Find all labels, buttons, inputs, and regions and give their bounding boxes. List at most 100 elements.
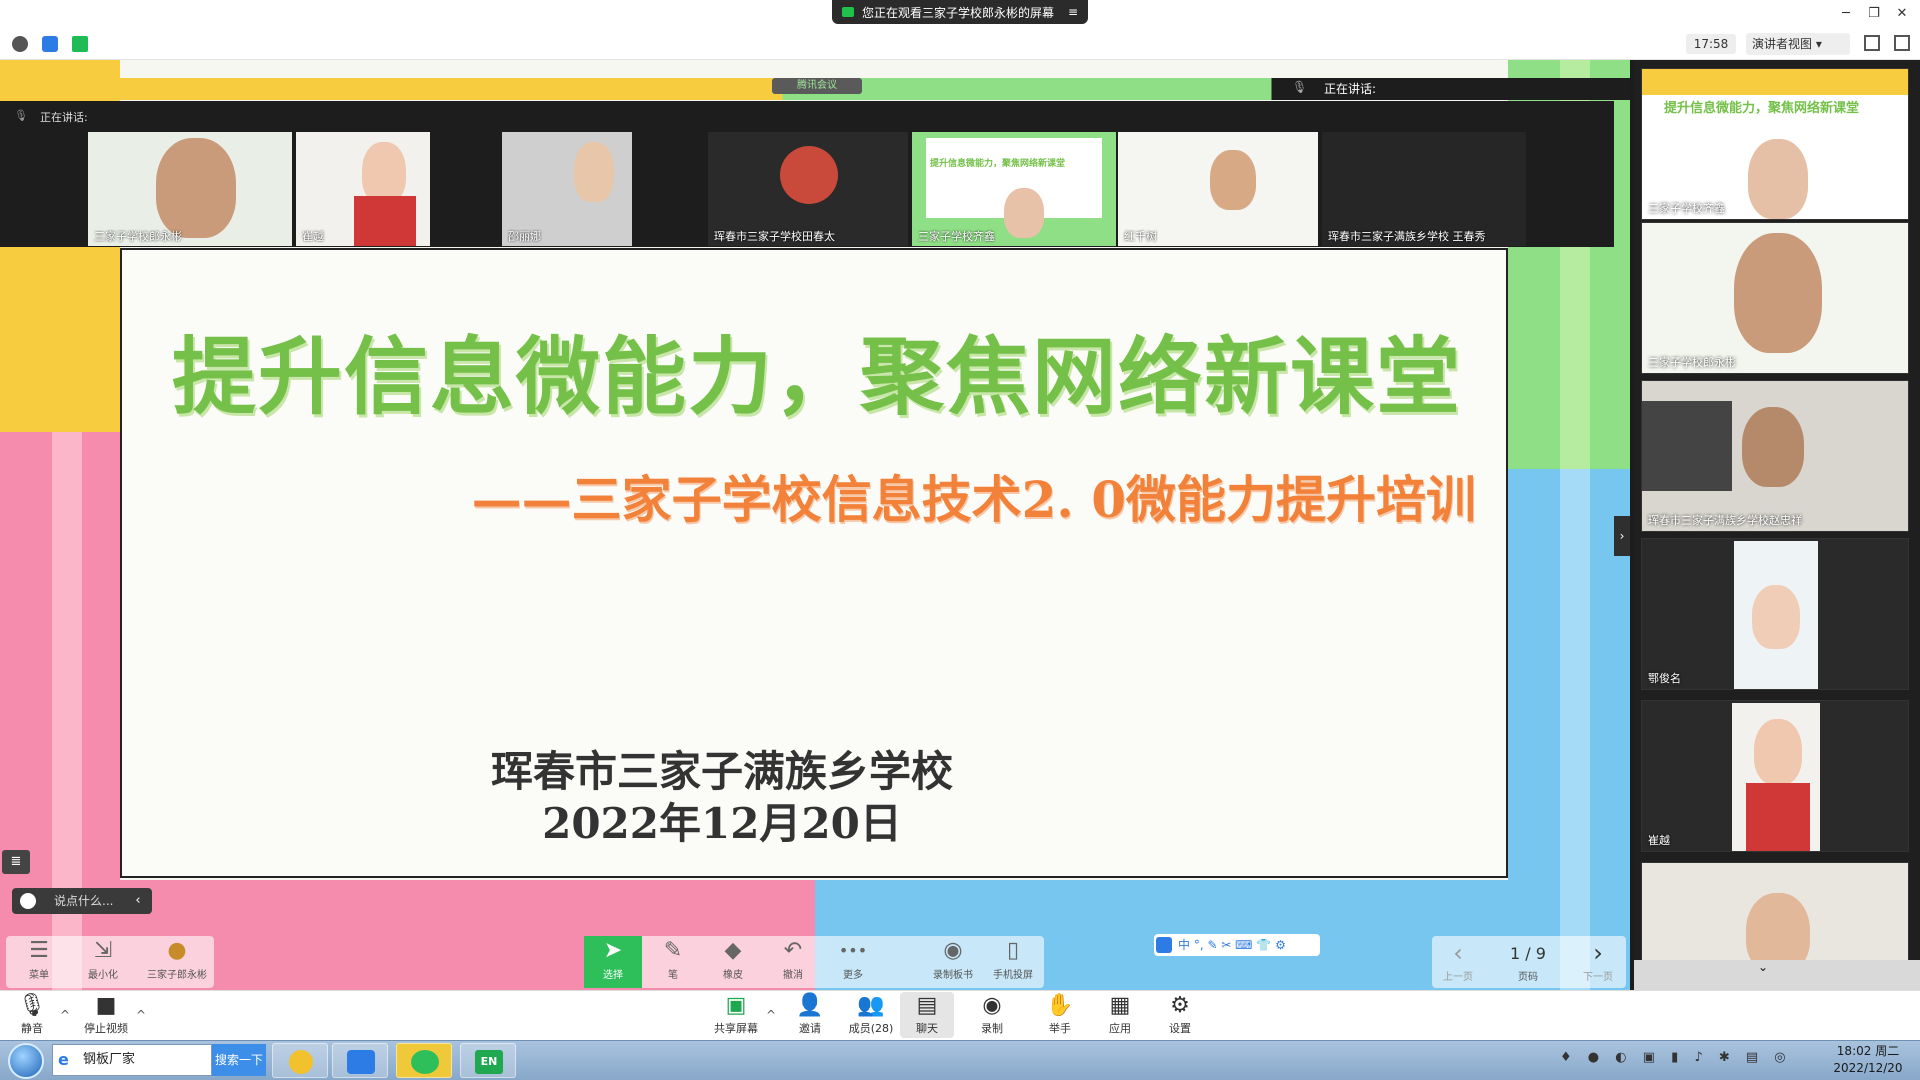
mute-button[interactable]: 🎙 静音 — [2, 992, 62, 1038]
participant-thumb[interactable]: 三家子学校郎永彬 — [88, 132, 292, 246]
meeting-app-icon — [347, 1050, 375, 1074]
sidebar-toggle-icon[interactable] — [1894, 35, 1910, 51]
chevron-up-icon[interactable]: ^ — [136, 1008, 146, 1022]
select-tool-button[interactable]: ➤ 选择 — [584, 936, 642, 988]
sharing-status-text: 您正在观看三家子学校郎永彬的屏幕 — [862, 5, 1055, 20]
slide-thumb-title: 提升信息微能力，聚焦网络新课堂 — [930, 159, 1066, 169]
annotation-toolbar: ➤ 选择 ✎ 笔 ◆ 橡皮 ↶ 撤消 ••• 更多 ◉ 录制板书 ▯ 手机投屏 — [584, 936, 1044, 988]
minimize-toolbar-button[interactable]: ⇲ 最小化 — [74, 936, 132, 988]
undo-icon: ↶ — [783, 938, 803, 963]
slide-date: 2022年12月20日 — [542, 799, 902, 848]
eraser-icon: ◆ — [724, 938, 742, 963]
invite-button[interactable]: 👤 邀请 — [780, 992, 840, 1038]
gallery-tile[interactable]: 三家子学校郎永彬 — [1641, 222, 1909, 374]
presenter-button[interactable]: ● 三家子郎永彬 — [142, 936, 212, 988]
next-page-button[interactable]: › 下一页 — [1578, 938, 1618, 983]
eraser-tool-button[interactable]: ◆ 橡皮 — [704, 936, 762, 988]
pen-tool-button[interactable]: ✎ 笔 — [644, 936, 702, 988]
meeting-timer: 17:58 — [1686, 34, 1736, 54]
gallery-collapse-icon[interactable]: › — [1614, 516, 1630, 556]
chat-collapse-button[interactable]: ‹ — [125, 888, 151, 914]
raise-hand-button[interactable]: ✋ 举手 — [1030, 992, 1090, 1038]
fullscreen-icon[interactable] — [1864, 35, 1880, 51]
record-board-button[interactable]: ◉ 录制板书 — [924, 936, 982, 988]
restore-button[interactable]: ❐ — [1860, 4, 1888, 24]
phone-icon: ▯ — [1006, 938, 1020, 963]
apps-button[interactable]: ▦ 应用 — [1090, 992, 1150, 1038]
taskbar-app-tencent-meeting[interactable] — [332, 1043, 388, 1078]
video-camera-icon — [842, 7, 854, 17]
system-tray-icons[interactable]: ♦ ● ◐ ▣ ▮ ♪ ✱ ▤ ◎ — [1560, 1050, 1810, 1070]
participant-name: 红千树 — [1124, 230, 1157, 243]
participant-thumb[interactable]: 崔越 — [296, 132, 430, 246]
taskbar-clock[interactable]: 18:02 周二 2022/12/20 — [1820, 1043, 1916, 1077]
settings-button[interactable]: ⚙ 设置 — [1150, 992, 1210, 1038]
en-app-icon: EN — [475, 1050, 503, 1074]
slide-thumb-title: 提升信息微能力，聚焦网络新课堂 — [1664, 101, 1860, 116]
gallery-tile[interactable]: 提升信息微能力，聚焦网络新课堂 三家子学校齐鑫 — [1641, 68, 1909, 220]
slide-title: 提升信息微能力，聚焦网络新课堂 — [172, 327, 1463, 426]
taskbar-app-wechat[interactable] — [396, 1043, 452, 1078]
participant-thumb[interactable]: 珲春市三家子学校田春太 — [708, 132, 908, 246]
phone-cast-button[interactable]: ▯ 手机投屏 — [984, 936, 1042, 988]
more-icon: ••• — [838, 941, 868, 960]
mic-icon: 🎙 — [1292, 80, 1308, 94]
gallery-tile[interactable]: 崔越 — [1641, 700, 1909, 852]
chat-button[interactable]: ▤ 聊天 — [900, 992, 954, 1038]
screen-share-indicator[interactable]: 您正在观看三家子学校郎永彬的屏幕 ≡ — [832, 0, 1088, 24]
slide-subtitle: ——三家子学校信息技术2. 0微能力提升培训 — [471, 470, 1476, 529]
chevron-down-icon[interactable]: ⌄ — [1758, 960, 1774, 974]
start-button[interactable] — [8, 1043, 44, 1079]
share-screen-icon: ▣ — [725, 993, 747, 1018]
ime-toolbar[interactable]: 中 °, ✎ ✂ ⌨ 👕 ⚙ — [1154, 934, 1320, 956]
ime-logo-icon — [1156, 937, 1172, 953]
view-mode-select[interactable]: 演讲者视图 ▾ — [1746, 33, 1850, 55]
menu-button[interactable]: ☰ 菜单 — [10, 936, 68, 988]
page-indicator: 1 / 9 页码 — [1510, 944, 1546, 983]
gallery-tile[interactable]: 鄂俊名 — [1641, 538, 1909, 690]
apps-grid-icon: ▦ — [1109, 993, 1131, 1018]
mic-icon: 🎙 — [14, 109, 28, 122]
list-icon[interactable]: ≣ — [2, 850, 30, 874]
participant-name: 邵丽娜 — [508, 230, 541, 243]
menu-icon: ☰ — [29, 938, 49, 963]
participant-name: 三家子学校齐鑫 — [918, 230, 995, 243]
speaking-label-top: 正在讲话: — [1324, 82, 1377, 96]
participant-thumb[interactable]: 提升信息微能力，聚焦网络新课堂 三家子学校齐鑫 — [912, 132, 1116, 246]
members-button[interactable]: 👥 成员(28) — [838, 992, 904, 1038]
add-user-icon: 👤 — [796, 993, 824, 1018]
gallery-tile[interactable]: 珲春市三家子满族乡学校赵忠祥 — [1641, 380, 1909, 532]
wechat-icon — [411, 1050, 439, 1074]
minimize-button[interactable]: ─ — [1832, 4, 1860, 24]
info-icon[interactable] — [12, 36, 28, 52]
more-button[interactable]: ••• 更多 — [824, 936, 882, 988]
video-camera-icon: ■ — [95, 993, 117, 1018]
emoji-icon[interactable] — [20, 893, 36, 909]
record-board-icon: ◉ — [943, 938, 963, 963]
undo-button[interactable]: ↶ 撤消 — [764, 936, 822, 988]
members-icon: 👥 — [857, 993, 885, 1018]
search-button[interactable]: 搜索一下 — [212, 1044, 266, 1076]
meeting-tag: 腾讯会议 — [772, 78, 862, 94]
microphone-icon: 🎙 — [18, 993, 46, 1018]
stop-video-button[interactable]: ■ 停止视频 — [76, 992, 136, 1038]
taskbar-app-qq-browser[interactable] — [272, 1043, 328, 1078]
security-shield-icon[interactable] — [42, 36, 58, 52]
close-button[interactable]: ✕ — [1888, 4, 1916, 24]
ie-icon: e — [58, 1050, 69, 1069]
speaking-label-strip: 正在讲话: — [40, 111, 88, 124]
menu-icon: ≡ — [1067, 5, 1078, 19]
record-button[interactable]: ◉ 录制 — [962, 992, 1022, 1038]
participant-name: 珲春市三家子学校田春太 — [714, 230, 835, 243]
participant-thumb[interactable]: 红千树 — [1118, 132, 1318, 246]
chevron-up-icon[interactable]: ^ — [766, 1008, 776, 1022]
participant-name: 鄂俊名 — [1648, 672, 1681, 685]
participant-thumb[interactable]: 邵丽娜 — [502, 132, 632, 246]
chevron-up-icon[interactable]: ^ — [60, 1008, 70, 1022]
taskbar-app-en[interactable]: EN — [460, 1043, 516, 1078]
participant-thumb[interactable]: 珲春市三家子满族乡学校 王春秀 — [1322, 132, 1526, 246]
prev-page-button[interactable]: ‹ 上一页 — [1438, 938, 1478, 983]
share-screen-button[interactable]: ▣ 共享屏幕 — [706, 992, 766, 1038]
browser-address-box[interactable]: 钢板厂家 — [52, 1044, 212, 1076]
signal-strength-icon[interactable] — [72, 36, 88, 52]
